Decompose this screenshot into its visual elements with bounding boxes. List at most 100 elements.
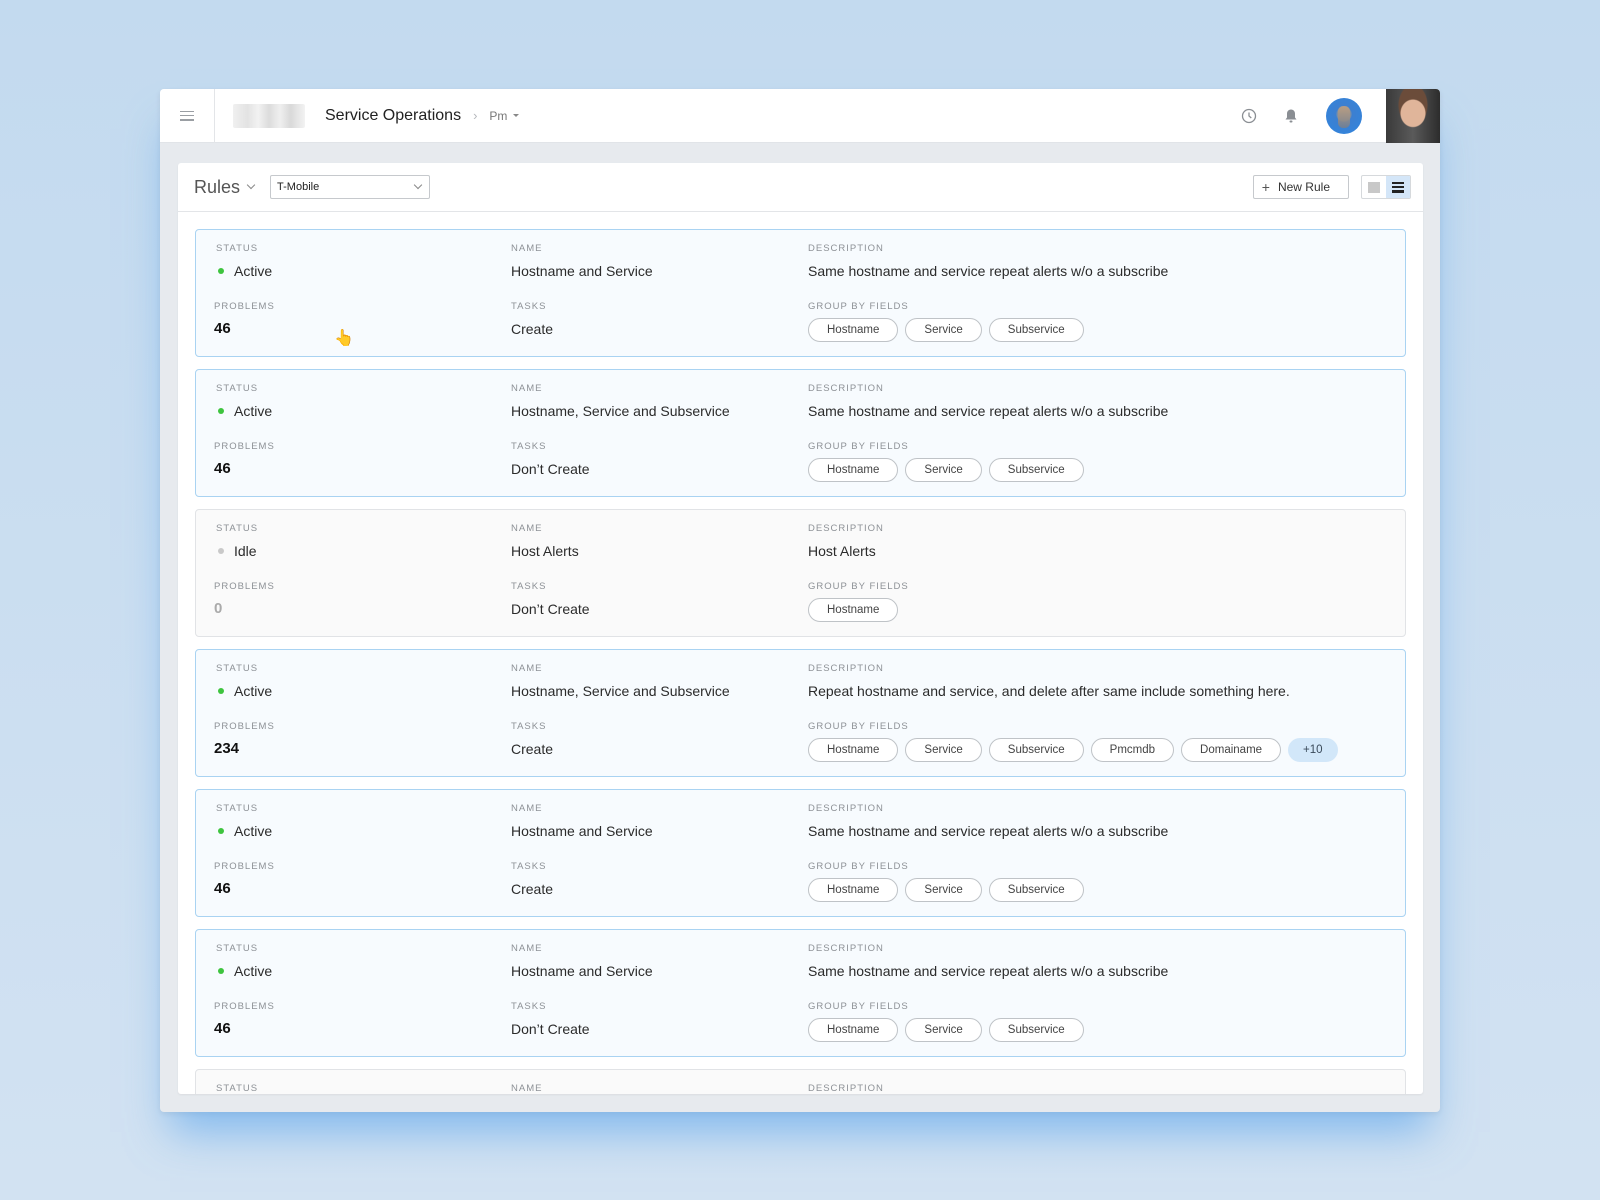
status-label: Status: [216, 243, 259, 254]
description-label: Description: [808, 243, 884, 254]
field-chip[interactable]: Service: [905, 1018, 982, 1042]
status-text: Active: [234, 823, 273, 839]
name-label: Name: [511, 243, 543, 254]
field-chip[interactable]: Hostname: [808, 878, 899, 902]
rule-description: Same hostname and service repeat alerts …: [808, 403, 1169, 419]
list-view-button[interactable]: [1386, 176, 1410, 198]
description-label: Description: [808, 523, 884, 534]
more-fields-chip[interactable]: +10: [1288, 738, 1338, 762]
history-button[interactable]: [1228, 89, 1270, 143]
group-by-chips: Hostname Service Subservice: [808, 318, 1084, 342]
field-chip[interactable]: Hostname: [808, 318, 899, 342]
bell-icon: [1285, 109, 1297, 123]
status-label: Status: [216, 523, 259, 534]
field-chip[interactable]: Hostname: [808, 458, 899, 482]
breadcrumb-label: Pm: [489, 108, 508, 123]
rule-card[interactable]: Status Name Description: [195, 1069, 1406, 1094]
status-value: Active: [214, 822, 272, 840]
app-title: Service Operations: [325, 106, 462, 124]
field-chip[interactable]: Service: [905, 318, 982, 342]
description-label: Description: [808, 383, 884, 394]
rule-card[interactable]: Status Idle Name Host Alerts Description…: [195, 509, 1406, 637]
status-dot-icon: [218, 828, 224, 834]
group-by-chips: Hostname Service Subservice: [808, 878, 1084, 902]
new-rule-button[interactable]: + New Rule: [1252, 175, 1349, 199]
status-value: Idle: [214, 542, 258, 560]
name-label: Name: [511, 523, 543, 534]
account-select[interactable]: T-Mobile: [270, 175, 431, 199]
panel-header: Rules T-Mobile + New Rule: [178, 163, 1423, 212]
field-chip[interactable]: Subservice: [988, 738, 1084, 762]
field-chip[interactable]: Pmcmdb: [1090, 738, 1175, 762]
field-chip[interactable]: Domainame: [1181, 738, 1282, 762]
rules-title: Rules: [194, 176, 241, 197]
field-chip[interactable]: Subservice: [988, 1018, 1084, 1042]
field-chip[interactable]: Subservice: [988, 878, 1084, 902]
hamburger-icon: [180, 110, 194, 121]
status-label: Status: [216, 943, 259, 954]
field-chip[interactable]: Subservice: [988, 458, 1084, 482]
field-chip[interactable]: Hostname: [808, 1018, 899, 1042]
field-chip[interactable]: Service: [905, 738, 982, 762]
plus-icon: +: [1261, 179, 1270, 195]
rule-card[interactable]: Status Active Name Hostname, Service and…: [195, 649, 1406, 777]
app-window: Service Operations › Pm Rules T-Mobile +…: [160, 89, 1440, 1112]
tasks-label: Tasks: [511, 581, 547, 592]
breadcrumb-dropdown[interactable]: Pm: [489, 108, 520, 123]
problems-label: Problems: [214, 721, 275, 732]
status-dot-icon: [218, 688, 224, 694]
profile-photo: [1386, 89, 1440, 143]
view-toggle: [1361, 175, 1411, 199]
description-label: Description: [808, 803, 884, 814]
rules-list: Status Active Name Hostname and Service …: [178, 212, 1423, 1094]
problems-label: Problems: [214, 861, 275, 872]
company-logo[interactable]: [233, 103, 305, 128]
tasks-label: Tasks: [511, 301, 547, 312]
tasks-label: Tasks: [511, 441, 547, 452]
field-chip[interactable]: Service: [905, 458, 982, 482]
rule-name: Hostname and Service: [511, 263, 653, 279]
group-by-label: Group by fields: [808, 721, 909, 732]
group-by-chips: Hostname Service Subservice: [808, 458, 1084, 482]
chevron-down-icon: [413, 180, 423, 190]
status-label: Status: [216, 383, 259, 394]
rule-card[interactable]: Status Active Name Hostname, Service and…: [195, 369, 1406, 497]
problems-label: Problems: [214, 301, 275, 312]
tasks-value: Don’t Create: [511, 601, 590, 617]
status-dot-icon: [218, 968, 224, 974]
tasks-value: Don’t Create: [511, 1021, 590, 1037]
list-icon: [1392, 181, 1404, 193]
rule-name: Hostname, Service and Subservice: [511, 683, 730, 699]
problems-count: 234: [214, 740, 240, 757]
problems-count: 46: [214, 1020, 231, 1037]
status-text: Active: [234, 963, 273, 979]
group-by-label: Group by fields: [808, 861, 909, 872]
status-value: Active: [214, 682, 272, 700]
field-chip[interactable]: Hostname: [808, 598, 899, 622]
grid-icon: [1368, 181, 1380, 193]
notifications-button[interactable]: [1270, 89, 1312, 143]
tasks-value: Create: [511, 741, 554, 757]
status-label: Status: [216, 663, 259, 674]
problems-label: Problems: [214, 441, 275, 452]
tasks-value: Create: [511, 881, 554, 897]
account-select-value: T-Mobile: [277, 181, 320, 193]
user-avatar[interactable]: [1326, 98, 1362, 134]
tasks-label: Tasks: [511, 861, 547, 872]
menu-button[interactable]: [160, 89, 215, 143]
problems-count: 0: [214, 600, 223, 617]
field-chip[interactable]: Hostname: [808, 738, 899, 762]
grid-view-button[interactable]: [1362, 176, 1386, 198]
group-by-chips: Hostname: [808, 598, 909, 622]
description-label: Description: [808, 1083, 884, 1094]
group-by-chips: Hostname Service Subservice: [808, 1018, 1084, 1042]
name-label: Name: [511, 383, 543, 394]
rule-name: Hostname and Service: [511, 963, 653, 979]
field-chip[interactable]: Subservice: [988, 318, 1084, 342]
name-label: Name: [511, 663, 543, 674]
field-chip[interactable]: Service: [905, 878, 982, 902]
rule-card[interactable]: Status Active Name Hostname and Service …: [195, 929, 1406, 1057]
rule-card[interactable]: Status Active Name Hostname and Service …: [195, 789, 1406, 917]
rule-card[interactable]: Status Active Name Hostname and Service …: [195, 229, 1406, 357]
rules-title-dropdown[interactable]: Rules: [194, 176, 256, 198]
